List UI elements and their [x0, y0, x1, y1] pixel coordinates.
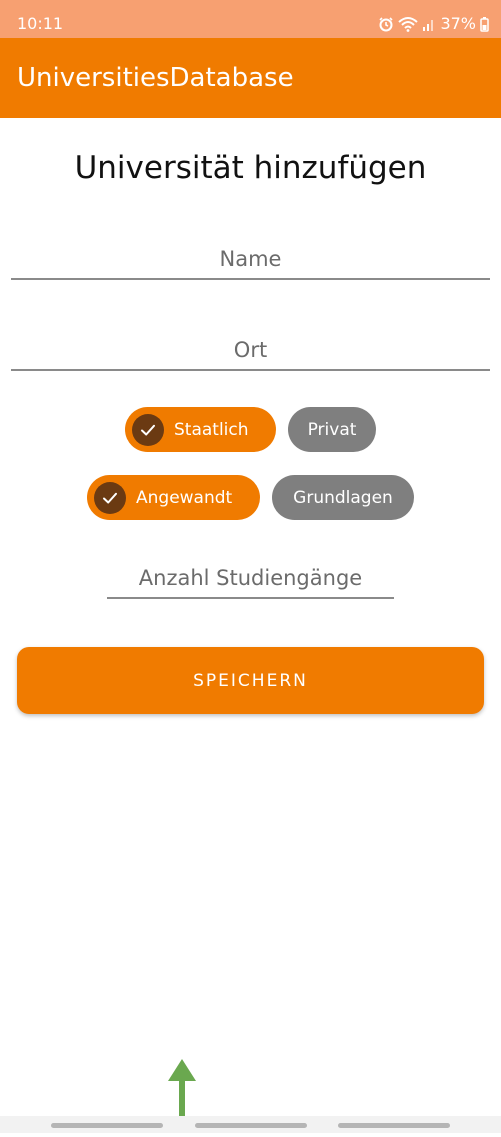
nav-handle-left[interactable] [51, 1123, 163, 1128]
name-input[interactable] [11, 240, 490, 280]
nav-handle-center[interactable] [195, 1123, 307, 1128]
chip-label: Grundlagen [293, 487, 393, 508]
app-title: UniversitiesDatabase [17, 63, 294, 93]
chip-privat[interactable]: Privat [288, 407, 376, 452]
signal-icon [422, 16, 436, 32]
chip-grundlagen[interactable]: Grundlagen [272, 475, 414, 520]
ort-input[interactable] [11, 331, 490, 371]
app-bar: UniversitiesDatabase [0, 38, 501, 118]
chip-label: Privat [307, 419, 357, 440]
chip-staatlich[interactable]: Staatlich [125, 407, 276, 452]
check-icon [132, 413, 164, 446]
status-icons: 37% [378, 14, 489, 34]
chip-angewandt[interactable]: Angewandt [87, 475, 260, 520]
nav-handle-right[interactable] [338, 1123, 450, 1128]
status-bar: 10:11 37% [0, 0, 501, 38]
save-button[interactable]: SPEICHERN [17, 647, 484, 714]
chip-label: Angewandt [136, 487, 233, 508]
alarm-icon [378, 16, 394, 32]
wifi-icon [398, 16, 419, 32]
battery-percentage: 37% [440, 14, 476, 33]
status-time: 10:11 [17, 14, 64, 33]
check-icon [94, 481, 126, 514]
chip-label: Staatlich [174, 419, 249, 440]
page-title: Universität hinzufügen [74, 150, 427, 186]
battery-icon [480, 16, 489, 32]
navigation-bar [0, 1116, 501, 1133]
studiengaenge-count-input[interactable] [107, 559, 394, 599]
